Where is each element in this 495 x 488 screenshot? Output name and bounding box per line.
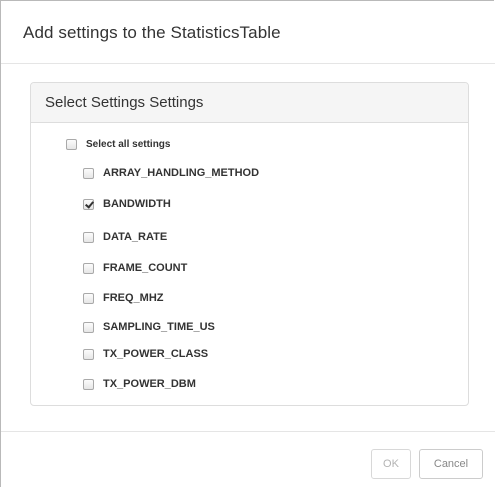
panel-heading: Select Settings Settings [31,83,468,123]
setting-label[interactable]: SAMPLING_TIME_US [103,321,215,333]
setting-row-array-handling-method[interactable]: ARRAY_HANDLING_METHOD [83,165,259,181]
setting-label[interactable]: FRAME_COUNT [103,262,187,274]
settings-panel: Select Settings Settings Select all sett… [30,82,469,406]
dialog-header: Add settings to the StatisticsTable [1,1,495,64]
select-all-row[interactable]: Select all settings [66,136,170,152]
setting-row-tx-power-dbm[interactable]: TX_POWER_DBM [83,376,196,392]
panel-title: Select Settings Settings [45,94,204,111]
setting-label[interactable]: ARRAY_HANDLING_METHOD [103,167,259,179]
setting-label[interactable]: FREQ_MHZ [103,292,164,304]
setting-checkbox[interactable] [83,292,94,304]
setting-checkbox[interactable] [83,321,94,333]
setting-row-bandwidth[interactable]: BANDWIDTH [83,196,171,212]
setting-row-frame-count[interactable]: FRAME_COUNT [83,260,187,276]
setting-label[interactable]: DATA_RATE [103,231,167,243]
setting-checkbox[interactable] [83,348,94,360]
setting-checkbox[interactable] [83,231,94,243]
setting-row-sampling-time-us[interactable]: SAMPLING_TIME_US [83,319,215,335]
select-all-label[interactable]: Select all settings [86,139,170,150]
setting-checkbox[interactable] [83,378,94,390]
dialog-title: Add settings to the StatisticsTable [23,23,281,42]
select-all-checkbox[interactable] [66,138,77,150]
setting-checkbox[interactable] [83,262,94,274]
footer-divider [1,431,495,432]
setting-row-freq-mhz[interactable]: FREQ_MHZ [83,290,164,306]
add-settings-dialog: Add settings to the StatisticsTable Sele… [0,0,495,487]
ok-button[interactable]: OK [371,449,411,479]
setting-label[interactable]: TX_POWER_CLASS [103,348,208,360]
cancel-button[interactable]: Cancel [419,449,483,479]
setting-label[interactable]: BANDWIDTH [103,198,171,210]
setting-label[interactable]: TX_POWER_DBM [103,378,196,390]
setting-row-tx-power-class[interactable]: TX_POWER_CLASS [83,346,208,362]
setting-checkbox[interactable] [83,167,94,179]
setting-row-data-rate[interactable]: DATA_RATE [83,229,167,245]
setting-checkbox[interactable] [83,198,94,210]
